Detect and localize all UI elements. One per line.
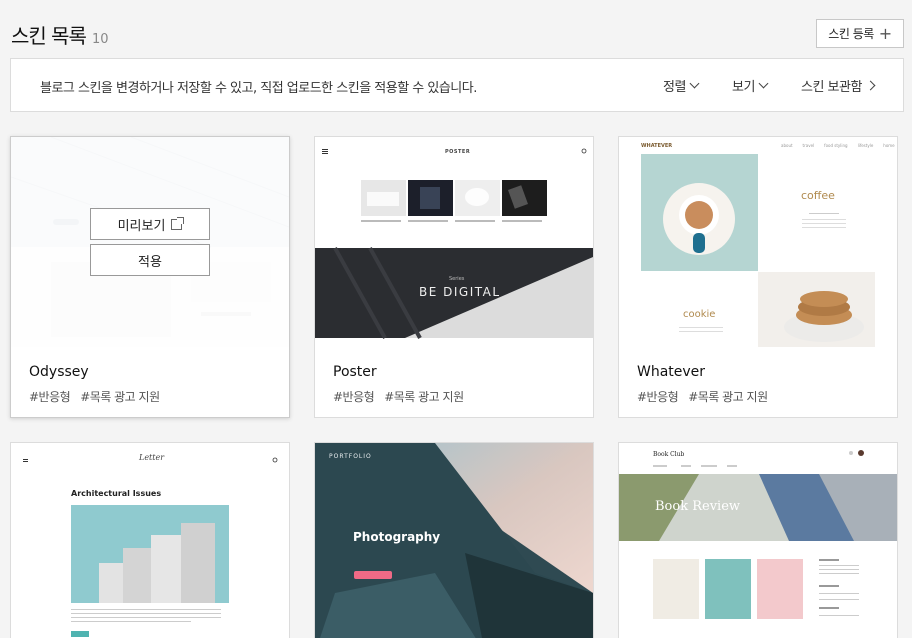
bookclub-preview-art [619, 450, 897, 619]
chevron-down-icon [689, 78, 700, 89]
whatever-menu-item: food styling [824, 143, 848, 148]
whatever-menu-item: about [781, 143, 793, 148]
skin-tag: #목록 광고 지원 [688, 390, 768, 404]
preview-button[interactable]: 미리보기 [90, 208, 210, 240]
skin-thumbnail-whatever: WHATEVER about travel food styling lifes… [619, 137, 897, 347]
external-link-icon [171, 216, 185, 230]
skin-tag: #목록 광고 지원 [80, 390, 160, 404]
info-description: 블로그 스킨을 변경하거나 저장할 수 있고, 직접 업로드한 스킨을 적용할 … [40, 81, 477, 96]
letter-logo: Letter [139, 453, 165, 462]
info-bar: 블로그 스킨을 변경하거나 저장할 수 있고, 직접 업로드한 스킨을 적용할 … [10, 58, 904, 112]
page-title: 스킨 목록 10 [11, 20, 109, 49]
whatever-preview-art [641, 154, 875, 347]
register-skin-label: 스킨 등록 [828, 27, 874, 41]
whatever-cookie-label: cookie [683, 309, 716, 320]
view-label: 보기 [732, 80, 755, 95]
skin-card-letter[interactable]: Letter Architectural Issues [10, 442, 290, 638]
bookclub-logo: Book Club [653, 451, 685, 458]
whatever-menu-item: travel [802, 143, 815, 148]
page-title-text: 스킨 목록 [11, 24, 87, 48]
skin-count: 10 [91, 32, 109, 47]
skin-card-whatever[interactable]: WHATEVER about travel food styling lifes… [618, 136, 898, 418]
poster-hero-title: BE DIGITAL [419, 285, 501, 299]
sort-dropdown[interactable]: 정렬 [663, 76, 700, 95]
apply-label: 적용 [138, 254, 162, 270]
skin-tag: #반응형 [333, 390, 375, 404]
skin-tags: #반응형 #목록 광고 지원 [637, 388, 768, 405]
skin-card-portfolio[interactable]: PORTFOLIO Photography [314, 442, 594, 638]
skin-name: Odyssey [29, 364, 89, 380]
whatever-menu: about travel food styling lifestyle home [781, 143, 895, 148]
chevron-right-icon [865, 80, 876, 91]
portfolio-heading: Photography [353, 530, 441, 544]
skin-tags: #반응형 #목록 광고 지원 [29, 388, 160, 405]
portfolio-logo: PORTFOLIO [329, 453, 372, 460]
register-skin-button[interactable]: 스킨 등록 + [816, 19, 904, 48]
skin-thumbnail-bookclub: Book Club Book Review [619, 443, 897, 638]
poster-hero-series: Series [449, 276, 465, 282]
skin-thumbnail-odyssey: 미리보기 적용 [11, 137, 289, 347]
view-dropdown[interactable]: 보기 [732, 76, 769, 95]
letter-preview-art [23, 457, 278, 637]
whatever-menu-item: lifestyle [857, 143, 874, 148]
chevron-down-icon [758, 78, 769, 89]
skin-thumbnail-poster: POSTER Series BE DIGITAL [315, 137, 593, 347]
skin-card-odyssey[interactable]: 미리보기 적용 Odyssey #반응형 #목록 광고 지원 [10, 136, 290, 418]
sort-label: 정렬 [663, 80, 686, 95]
skin-name: Whatever [637, 364, 706, 380]
apply-button[interactable]: 적용 [90, 244, 210, 276]
skin-card-bookclub[interactable]: Book Club Book Review [618, 442, 898, 638]
preview-label: 미리보기 [117, 218, 166, 234]
plus-icon: + [878, 23, 892, 43]
poster-logo: POSTER [445, 149, 471, 155]
whatever-logo: WHATEVER [641, 143, 673, 149]
hover-overlay [11, 137, 289, 347]
skin-storage-link[interactable]: 스킨 보관함 [801, 76, 876, 95]
skin-name: Poster [333, 364, 377, 380]
skin-tag: #목록 광고 지원 [384, 390, 464, 404]
whatever-menu-item: home [883, 143, 895, 148]
skin-tag: #반응형 [637, 390, 679, 404]
skin-tag: #반응형 [29, 390, 71, 404]
skin-tags: #반응형 #목록 광고 지원 [333, 388, 464, 405]
skin-card-poster[interactable]: POSTER Series BE DIGITAL Poster #반응형 #목록… [314, 136, 594, 418]
bookclub-hero-title: Book Review [655, 499, 741, 514]
whatever-coffee-label: coffee [801, 189, 835, 202]
letter-heading: Architectural Issues [71, 489, 162, 498]
skin-storage-label: 스킨 보관함 [801, 80, 862, 95]
skin-thumbnail-letter: Letter Architectural Issues [11, 443, 289, 638]
skin-thumbnail-portfolio: PORTFOLIO Photography [315, 443, 593, 638]
poster-preview-art [315, 148, 593, 339]
